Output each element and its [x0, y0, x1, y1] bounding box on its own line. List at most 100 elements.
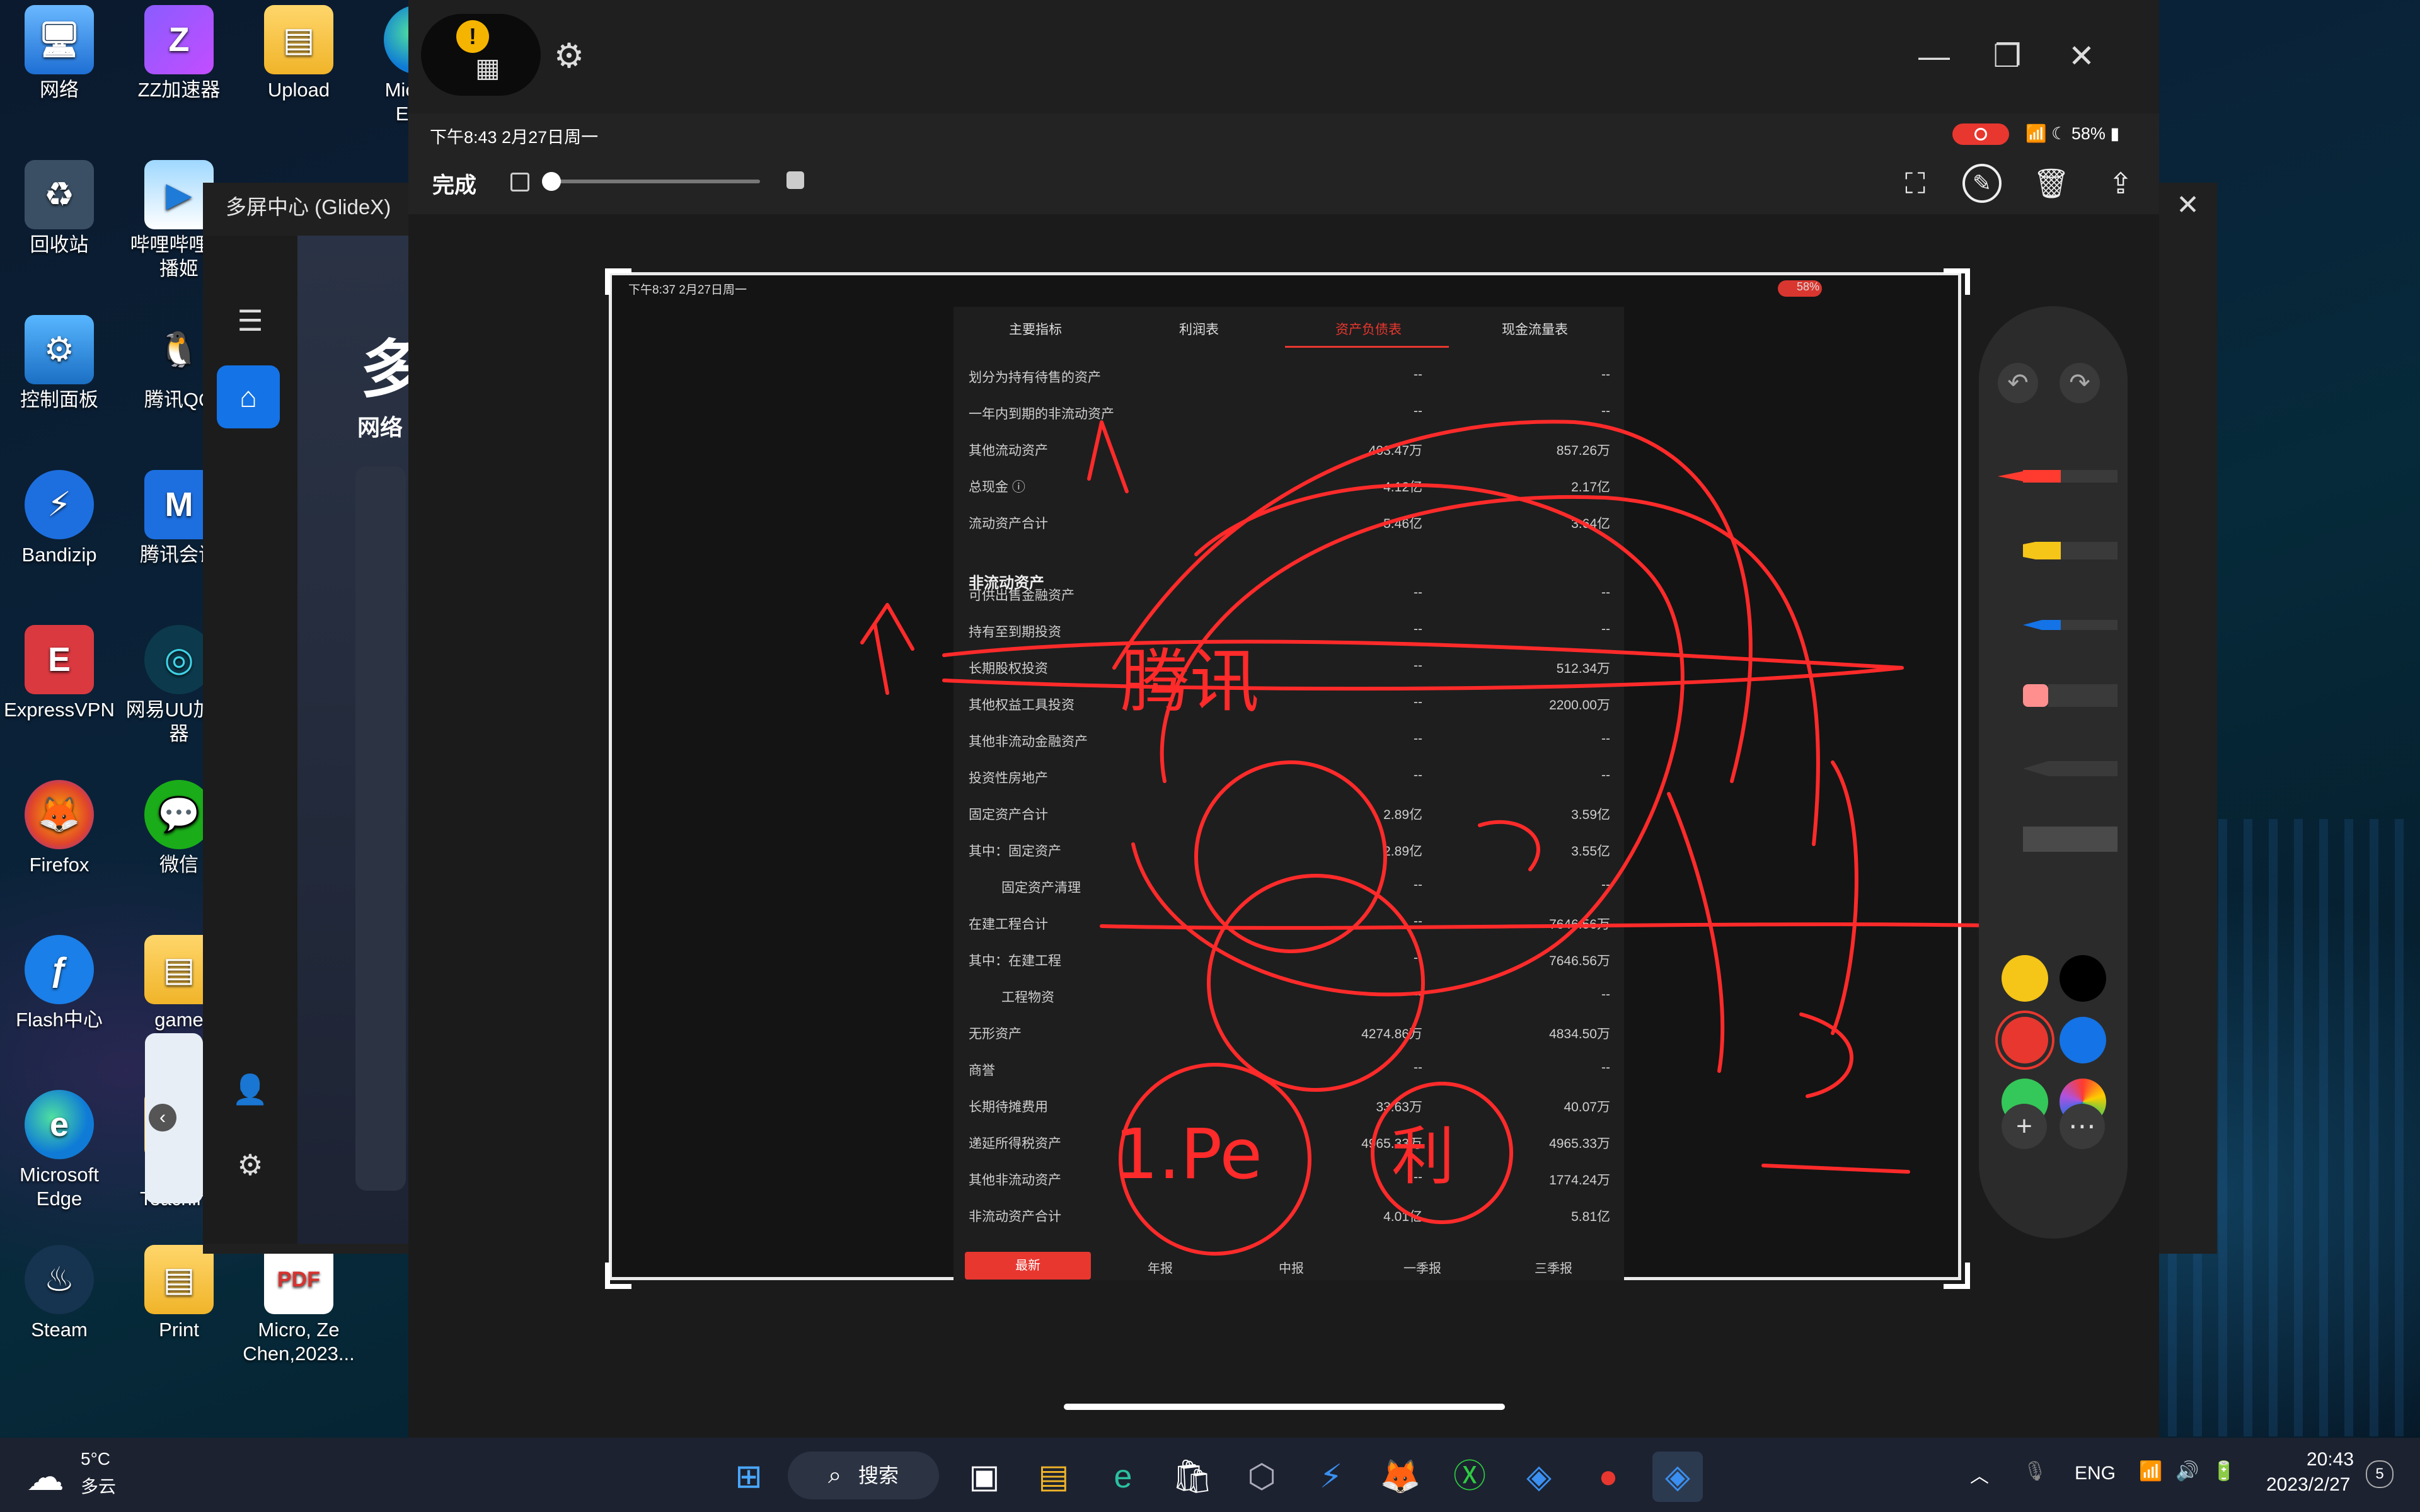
chevron-left-icon[interactable]: ‹: [149, 1104, 176, 1131]
settings-icon[interactable]: ⚙: [228, 1143, 272, 1187]
highlighter-tool: [2023, 620, 2118, 630]
folder-icon: ▤: [144, 1245, 214, 1314]
clock-date[interactable]: 2023/2/27: [2266, 1474, 2350, 1496]
ink-stroke: [1112, 420, 1753, 783]
desktop-icon-recycle-bin[interactable]: ♻ 回收站: [3, 160, 116, 257]
xbox-icon[interactable]: Ⓧ: [1444, 1452, 1495, 1502]
share-icon[interactable]: ⇪: [2101, 164, 2140, 203]
desktop-icon-network[interactable]: 🖥 网络: [3, 5, 116, 102]
ink-stroke: [1207, 874, 1425, 1092]
wifi-icon[interactable]: 📶: [2139, 1460, 2162, 1482]
glidex-title: 多屏中心 (GlideX): [226, 195, 391, 219]
chevron-up-icon[interactable]: ︿: [1970, 1460, 1989, 1488]
edge-icon: e: [25, 1090, 94, 1159]
color-black[interactable]: [2060, 955, 2106, 1002]
device-card[interactable]: [355, 466, 406, 1191]
desktop-icon-zz[interactable]: Z ZZ加速器: [122, 5, 236, 102]
desktop-icon-flash[interactable]: ƒ Flash中心: [3, 935, 116, 1032]
flash-icon: ƒ: [25, 935, 94, 1004]
more-icon[interactable]: ⋯: [2060, 1104, 2105, 1149]
ink-text-pe: 1.Pe: [1114, 1114, 1262, 1194]
minimize-icon[interactable]: —: [1912, 34, 1956, 78]
pencil-tool: [2023, 761, 2118, 776]
color-yellow[interactable]: [2002, 955, 2048, 1002]
control-panel-icon: ⚙: [25, 315, 94, 384]
done-button[interactable]: 完成: [432, 168, 476, 200]
edge-icon[interactable]: e: [1098, 1452, 1148, 1502]
menu-icon[interactable]: ☰: [228, 299, 272, 343]
ink-stroke: [1799, 1012, 1853, 1098]
redo-icon[interactable]: ↷: [2060, 363, 2100, 403]
user-icon[interactable]: 👤: [228, 1067, 272, 1111]
ink-text-profit: 利: [1392, 1120, 1455, 1193]
record-icon[interactable]: ●: [1583, 1452, 1634, 1502]
store-icon[interactable]: 🛍: [1167, 1452, 1218, 1502]
desktop-icon-bandizip[interactable]: ⚡ Bandizip: [3, 470, 116, 567]
network-icon: 🖥: [25, 5, 94, 74]
weather-temp: 5°C: [81, 1449, 110, 1469]
desktop-icon-expressvpn[interactable]: E ExpressVPN: [3, 625, 116, 722]
glidex-active-icon[interactable]: ◈: [1652, 1452, 1703, 1502]
record-indicator: [1952, 123, 2009, 145]
desktop-icon-print[interactable]: ▤ Print: [122, 1245, 236, 1342]
start-icon[interactable]: ⊞: [723, 1452, 774, 1502]
grid-icon[interactable]: ▦: [470, 50, 505, 86]
opacity-max-icon: [786, 171, 804, 189]
desktop-icon-firefox[interactable]: 🦊 Firefox: [3, 780, 116, 877]
file-explorer-icon[interactable]: ▤: [1028, 1452, 1079, 1502]
settings-icon[interactable]: ⚙: [547, 34, 591, 78]
desktop-icon-control-panel[interactable]: ⚙ 控制面板: [3, 315, 116, 412]
markup-toolbar: 完成 ⛶ ✎ 🗑 ⇪: [408, 151, 2159, 214]
handwriting-overlay: 腾讯 1.Pe 利: [860, 420, 2024, 1256]
notification-badge[interactable]: 5: [2366, 1460, 2394, 1488]
input-language[interactable]: ENG: [2075, 1463, 2116, 1484]
mic-icon[interactable]: 🎙: [2023, 1460, 2047, 1482]
ink-stroke: [1667, 792, 1725, 1073]
control-pill[interactable]: ! ▦: [421, 14, 541, 96]
opacity-min-icon: [510, 173, 529, 192]
desktop-icon-edge[interactable]: e Microsoft Edge: [3, 1090, 116, 1211]
color-blue[interactable]: [2060, 1017, 2106, 1063]
clock-time[interactable]: 20:43: [2307, 1449, 2354, 1470]
volume-icon[interactable]: 🔊: [2175, 1460, 2199, 1482]
battery-icon[interactable]: 🔋: [2212, 1460, 2235, 1482]
network-label: 网络: [357, 415, 403, 440]
search-box[interactable]: ⌕ 搜索: [788, 1452, 939, 1499]
desktop-icon-pdf[interactable]: PDF Micro, Ze Chen,2023...: [242, 1245, 355, 1366]
screenshot-canvas[interactable]: 下午8:37 2月27日周一 58% 主要指标 利润表 资产负债表 现金流量表 …: [408, 214, 2159, 1438]
undo-icon[interactable]: ↶: [1998, 363, 2038, 403]
app-icon[interactable]: ⬡: [1236, 1452, 1287, 1502]
close-icon[interactable]: ✕: [2060, 34, 2104, 78]
markup-pen-icon[interactable]: ✎: [1962, 164, 2002, 203]
trash-icon[interactable]: 🗑: [2032, 164, 2071, 203]
home-indicator[interactable]: [1064, 1404, 1505, 1410]
firefox-icon: 🦊: [25, 780, 94, 849]
desktop-icon-steam[interactable]: ♨ Steam: [3, 1245, 116, 1342]
bandizip-icon: ⚡: [25, 470, 94, 539]
color-red[interactable]: [2002, 1017, 2048, 1063]
glidex-icon[interactable]: ◈: [1514, 1452, 1564, 1502]
ink-stroke: [1100, 922, 2024, 930]
ruler-tool: [2023, 827, 2118, 852]
tool-palette: ↶ ↷ + ⋯: [1979, 306, 2128, 1239]
desktop-icon-upload[interactable]: ▤ Upload: [242, 5, 355, 102]
opacity-slider[interactable]: [546, 180, 760, 183]
phone-battery: 📶 ☾ 58% ▮: [2025, 124, 2120, 143]
bandizip-icon[interactable]: ⚡: [1306, 1452, 1356, 1502]
task-view-icon[interactable]: ▣: [959, 1452, 1010, 1502]
ink-stroke: [1131, 483, 1685, 997]
firefox-icon[interactable]: 🦊: [1375, 1452, 1426, 1502]
restore-icon[interactable]: ❐: [1985, 34, 2029, 78]
mirror-titlebar: ! ▦ ⚙ — ❐ ✕: [408, 0, 2159, 113]
collapse-panel[interactable]: ‹: [145, 1033, 203, 1203]
slider-handle[interactable]: [542, 172, 561, 191]
folder-icon: ▤: [264, 5, 333, 74]
crop-icon[interactable]: ⛶: [1896, 164, 1935, 203]
close-icon[interactable]: ✕: [2176, 189, 2199, 221]
ink-stroke: [1087, 420, 1129, 493]
search-label: 搜索: [858, 1464, 899, 1487]
mirror-window: ! ▦ ⚙ — ❐ ✕ 下午8:43 2月27日周一 📶 ☾ 58% ▮ 完成 …: [408, 0, 2159, 1438]
ink-stroke: [1478, 820, 1540, 871]
home-icon[interactable]: ⌂: [217, 365, 280, 428]
add-tool-icon[interactable]: +: [2002, 1104, 2047, 1149]
